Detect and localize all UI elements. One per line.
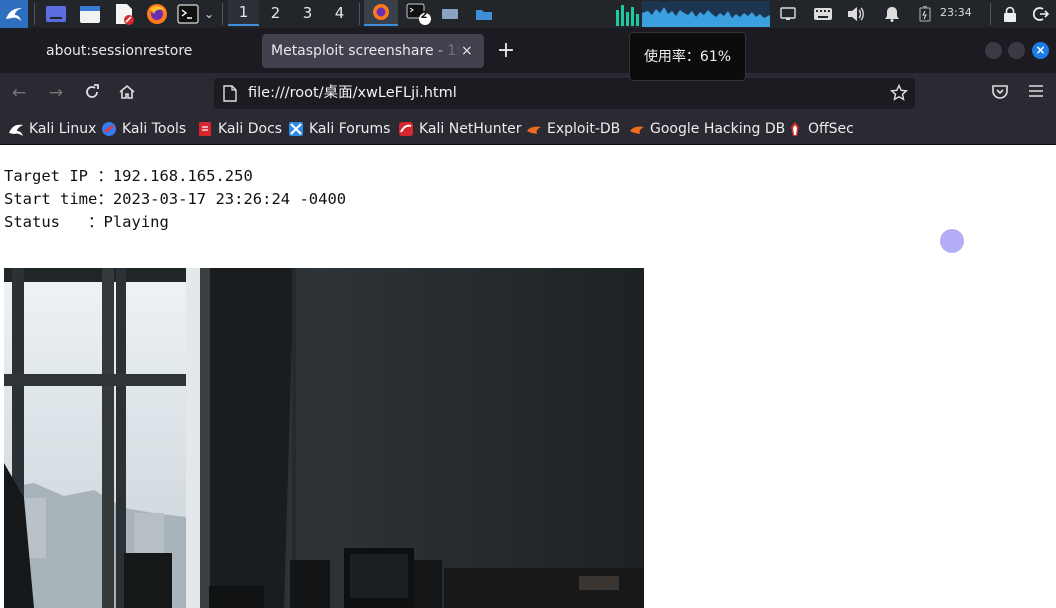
tab-title: Metasploit screenshare - 192.168.165.250 [271, 43, 461, 59]
terminal-launcher-icon[interactable] [176, 2, 200, 26]
navigation-toolbar: ← → file:///root/桌面/xwLeFLji.html [0, 73, 1056, 114]
workspace-4[interactable]: 4 [324, 0, 355, 26]
new-tab-button[interactable]: + [494, 34, 518, 68]
firefox-launcher-icon[interactable] [145, 2, 169, 26]
keyboard-icon[interactable] [812, 2, 834, 26]
workspace-2[interactable]: 2 [260, 0, 291, 26]
network-icon[interactable] [778, 2, 798, 26]
tab-metasploit-screenshare[interactable]: Metasploit screenshare - 192.168.165.250… [262, 34, 484, 68]
taskbar-terminal-window[interactable]: 2 [404, 2, 434, 26]
tab-close-icon[interactable]: × [461, 34, 473, 68]
browser-tab-bar: about:sessionrestore × Metasploit screen… [0, 28, 1056, 73]
bookmark-kali-linux[interactable]: Kali Linux [8, 114, 96, 144]
text-editor-icon[interactable] [112, 2, 136, 26]
network-activity-graph [642, 1, 770, 27]
lock-screen-icon[interactable] [1000, 2, 1020, 26]
tab-session-restore[interactable]: about:sessionrestore × [37, 34, 285, 68]
bookmark-offsec[interactable]: OffSec [787, 114, 854, 144]
offsec-icon [787, 121, 803, 137]
exploit-db-icon [526, 121, 542, 137]
status-line: Status ：Playing [4, 213, 169, 231]
bookmark-google-hacking-db[interactable]: Google Hacking DB [629, 114, 785, 144]
home-icon[interactable] [117, 83, 137, 103]
bookmark-exploit-db[interactable]: Exploit-DB [526, 114, 620, 144]
nethunter-icon [398, 121, 414, 137]
panel-clock[interactable]: 23:34 [940, 0, 972, 28]
target-ip-line: Target IP ：192.168.165.250 [4, 167, 253, 185]
bookmark-kali-forums[interactable]: Kali Forums [288, 114, 390, 144]
close-window-button[interactable]: × [1032, 42, 1049, 59]
workspace-3[interactable]: 3 [292, 0, 323, 26]
page-file-icon [223, 85, 237, 106]
kali-forums-icon [288, 121, 304, 137]
maximize-window-button[interactable] [1008, 42, 1025, 59]
notifications-bell-icon[interactable] [882, 2, 902, 26]
terminal-window-count: 2 [420, 10, 428, 21]
address-bar[interactable]: file:///root/桌面/xwLeFLji.html [214, 78, 915, 109]
taskbar-firefox-window[interactable] [364, 0, 398, 26]
tab-title: about:sessionrestore [46, 43, 193, 59]
bookmark-kali-docs[interactable]: Kali Docs [197, 114, 282, 144]
bookmark-star-icon[interactable] [889, 83, 909, 106]
minimize-window-button[interactable] [985, 42, 1002, 59]
hamburger-menu-icon[interactable] [1026, 83, 1046, 103]
workspace-1[interactable]: 1 [228, 0, 259, 26]
ghdb-icon [629, 121, 645, 137]
forward-arrow-icon[interactable]: → [46, 83, 66, 103]
back-arrow-icon[interactable]: ← [9, 83, 29, 103]
cpu-graph-bars [614, 2, 640, 26]
url-text[interactable]: file:///root/桌面/xwLeFLji.html [248, 78, 457, 109]
kali-tools-icon [101, 121, 117, 137]
file-manager-icon[interactable] [77, 2, 103, 26]
taskbar-app-window[interactable] [438, 2, 462, 26]
webcam-stream-image [4, 268, 644, 608]
show-desktop-icon[interactable] [43, 2, 69, 26]
start-time-line: Start time：2023-03-17 23:26:24 -0400 [4, 190, 347, 208]
launcher-dropdown-icon[interactable]: ⌄ [202, 2, 216, 26]
page-content: Target IP ：192.168.165.250 Start time：20… [0, 145, 1056, 608]
kali-menu-icon[interactable] [0, 0, 28, 28]
bookmarks-toolbar: Kali Linux Kali Tools Kali Docs Kali For… [0, 114, 1056, 145]
logout-icon[interactable] [1030, 2, 1052, 26]
bookmark-kali-tools[interactable]: Kali Tools [101, 114, 186, 144]
reload-icon[interactable] [82, 83, 102, 103]
bookmark-kali-nethunter[interactable]: Kali NetHunter [398, 114, 521, 144]
desktop-panel: ⌄ 1 2 3 4 2 23:34 [0, 0, 1056, 28]
kali-dragon-icon [8, 121, 24, 137]
volume-icon[interactable] [846, 2, 866, 26]
pocket-icon[interactable] [990, 83, 1010, 103]
taskbar-folder-window[interactable] [472, 2, 496, 26]
mouse-cursor-highlight [940, 229, 964, 253]
battery-icon[interactable] [916, 2, 934, 26]
kali-docs-icon [197, 121, 213, 137]
cpu-usage-tooltip: 使用率：61% [629, 32, 746, 81]
